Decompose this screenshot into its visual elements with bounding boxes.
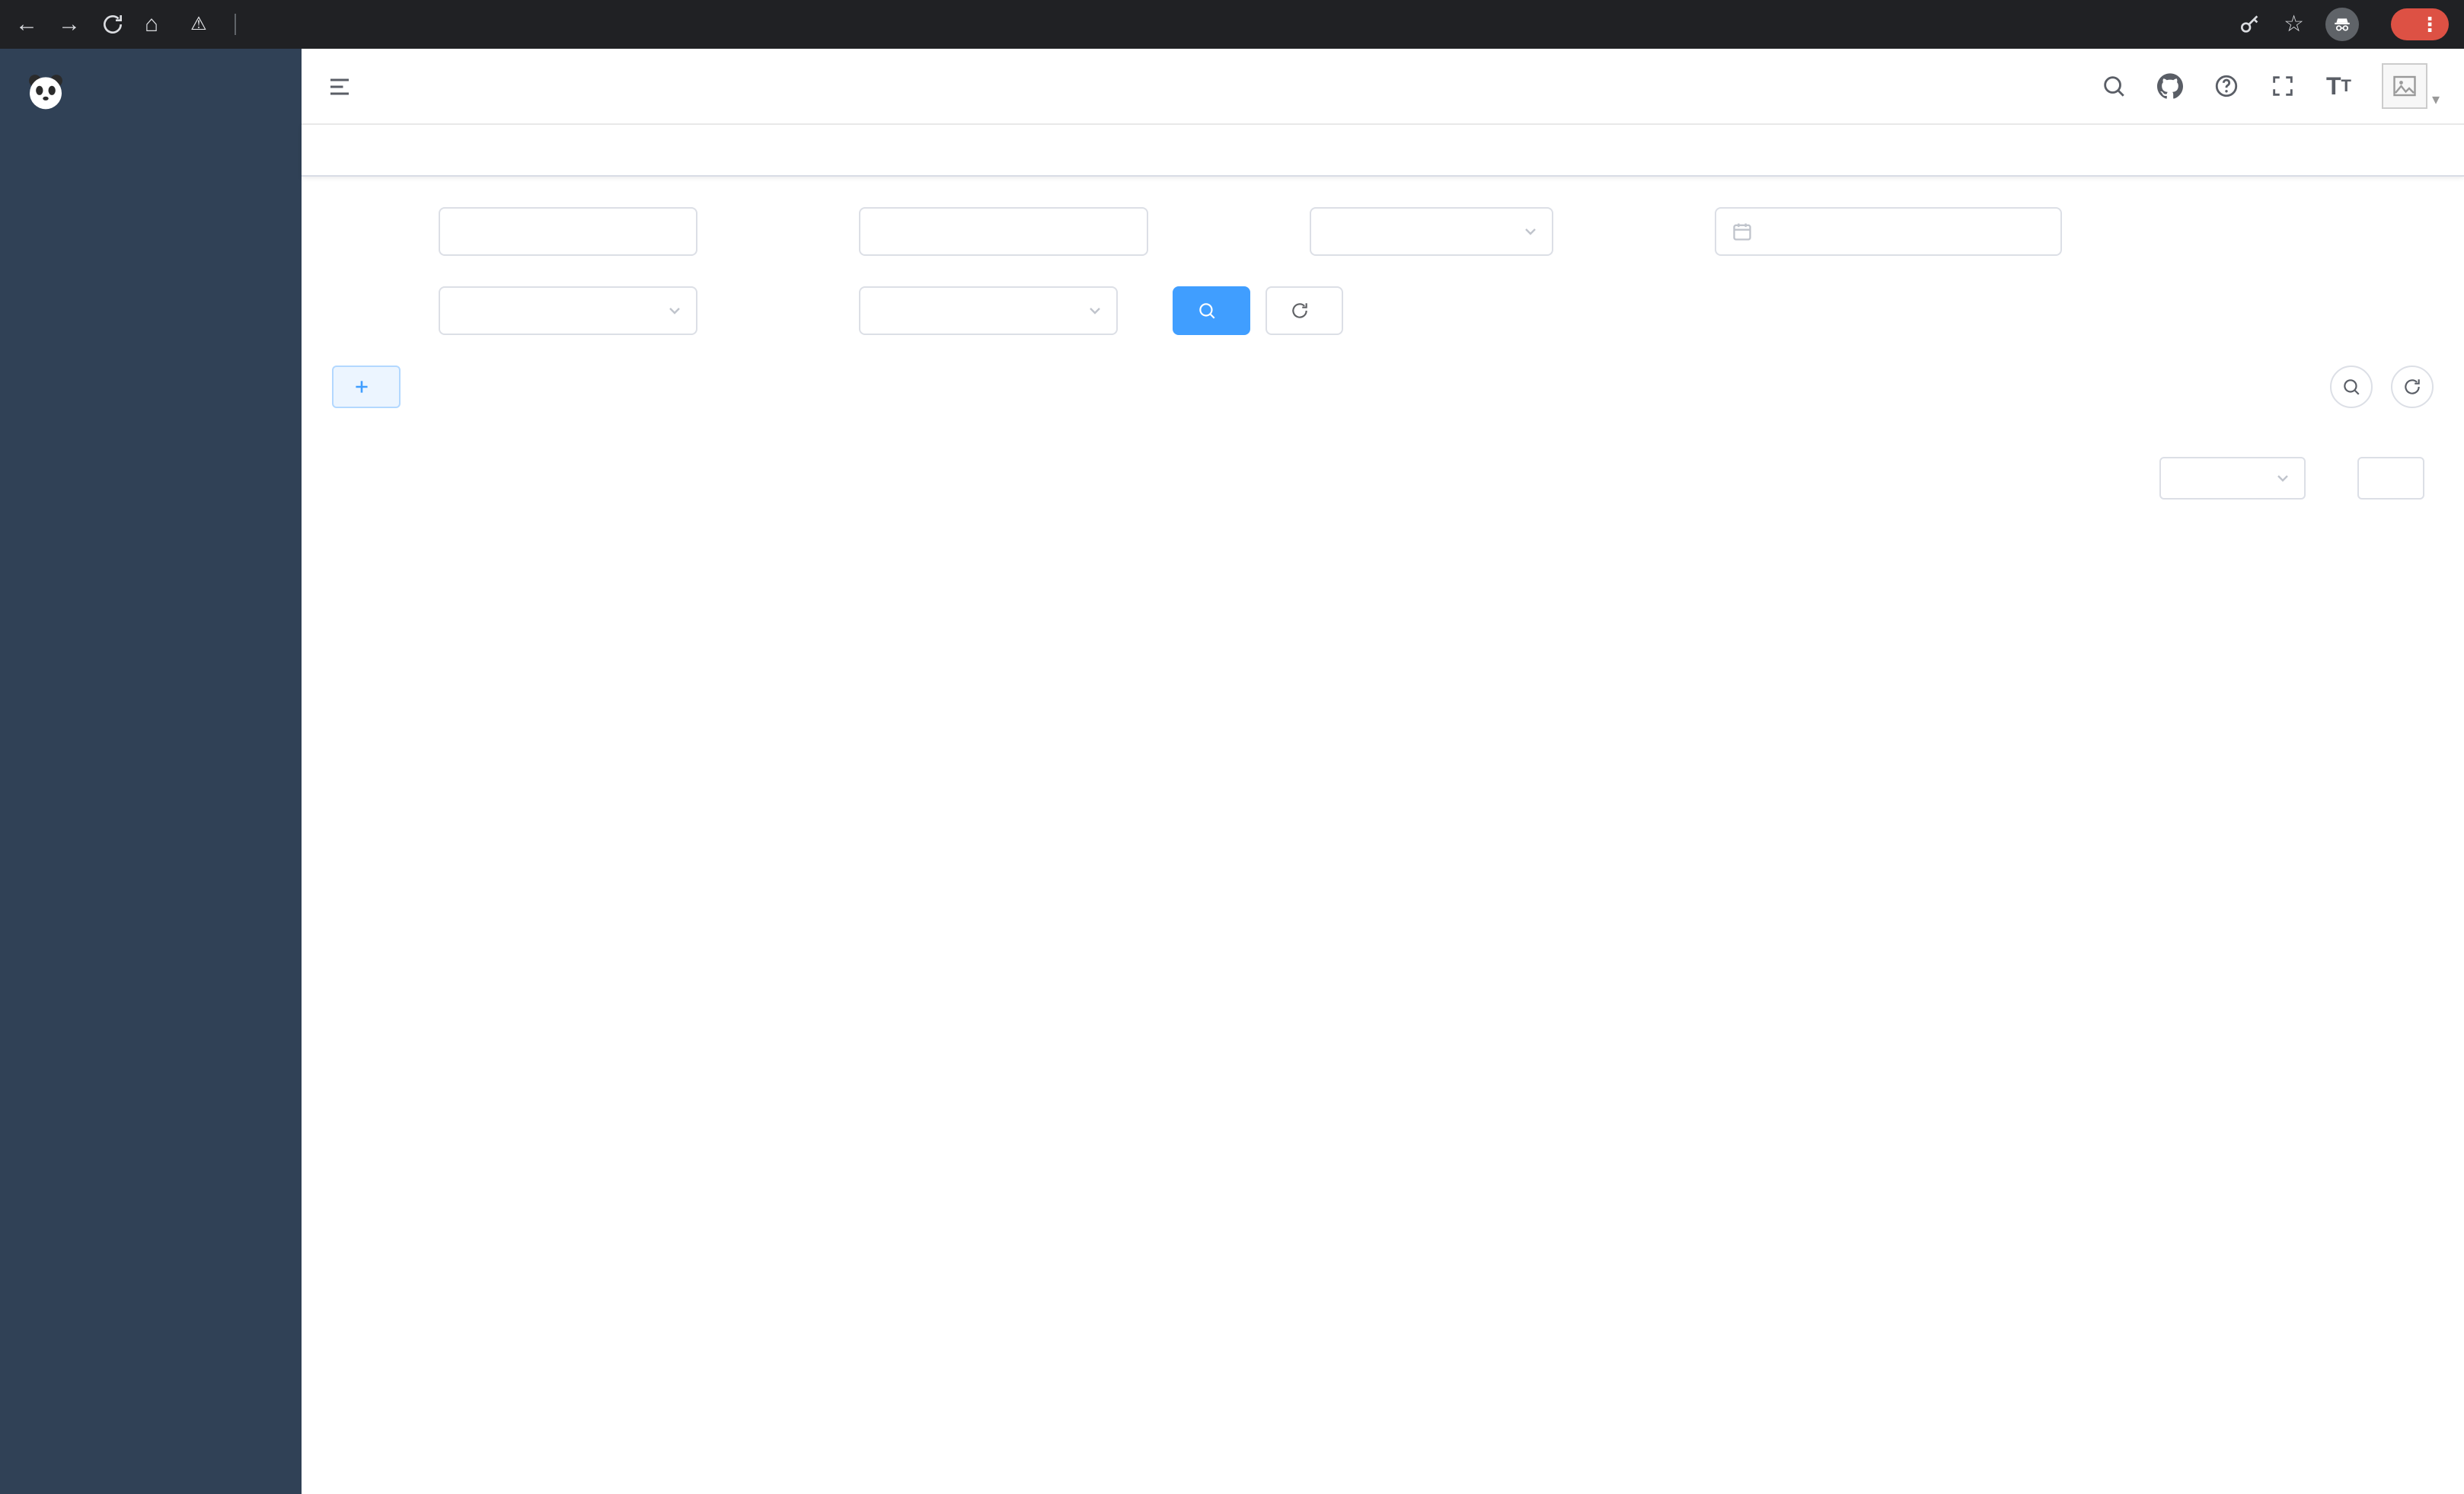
menu-dots-icon[interactable]: ⋮ xyxy=(2420,14,2440,34)
incognito-badge xyxy=(2325,8,2370,41)
status-select[interactable] xyxy=(439,286,697,335)
hamburger-button[interactable] xyxy=(326,72,353,101)
reset-button[interactable] xyxy=(1266,286,1343,335)
screenshot-root: ← → ⌂ ⚠ ☆ ⋮ xyxy=(0,0,2464,1494)
browser-left-controls: ← → ⌂ ⚠ xyxy=(15,12,2238,37)
result-select[interactable] xyxy=(859,286,1118,335)
filter-row-2 xyxy=(332,286,2434,335)
toolbar-right xyxy=(2312,366,2434,408)
chevron-down-icon xyxy=(1521,222,1540,241)
navbar-search-icon[interactable] xyxy=(2101,73,2127,99)
search-icon xyxy=(2341,377,2361,397)
browser-right-controls: ☆ ⋮ xyxy=(2238,8,2449,41)
forward-button[interactable]: → xyxy=(58,13,81,36)
url-divider xyxy=(235,14,236,35)
calendar-icon xyxy=(1732,221,1753,242)
sidebar xyxy=(0,49,302,1494)
chevron-down-icon xyxy=(1086,302,1104,320)
create-process-button[interactable] xyxy=(332,366,401,408)
table-search-button[interactable] xyxy=(2330,366,2373,408)
reload-button[interactable] xyxy=(101,12,125,37)
goto-page xyxy=(2348,457,2434,500)
plus-icon xyxy=(352,377,372,397)
github-icon[interactable] xyxy=(2157,73,2183,99)
back-button[interactable]: ← xyxy=(15,13,38,36)
pagination xyxy=(332,457,2434,536)
fullscreen-icon[interactable] xyxy=(2270,73,2296,99)
table-toolbar xyxy=(332,366,2434,408)
process-name-input[interactable] xyxy=(439,207,697,256)
user-avatar[interactable]: ▾ xyxy=(2382,63,2440,109)
security-chip[interactable]: ⚠ xyxy=(190,13,215,35)
navbar-actions: TT ▾ xyxy=(2101,63,2440,109)
app-logo[interactable] xyxy=(0,49,302,134)
update-button[interactable]: ⋮ xyxy=(2391,8,2449,40)
font-size-icon[interactable]: TT xyxy=(2326,74,2351,98)
browser-toolbar: ← → ⌂ ⚠ ☆ ⋮ xyxy=(0,0,2464,49)
app-window: TT ▾ xyxy=(0,49,2464,1494)
goto-page-input[interactable] xyxy=(2357,457,2424,500)
avatar-image-placeholder xyxy=(2382,63,2427,109)
search-button[interactable] xyxy=(1173,286,1250,335)
filter-form xyxy=(332,207,2434,335)
submit-time-range-picker[interactable] xyxy=(1715,207,2062,256)
star-icon[interactable]: ☆ xyxy=(2284,13,2304,36)
search-icon xyxy=(1197,301,1217,321)
navbar: TT ▾ xyxy=(302,49,2464,125)
help-icon[interactable] xyxy=(2213,73,2239,99)
process-definition-input[interactable] xyxy=(859,207,1148,256)
page-size-select[interactable] xyxy=(2159,457,2306,500)
tags-view xyxy=(302,125,2464,177)
filter-row-1 xyxy=(332,207,2434,256)
table-refresh-button[interactable] xyxy=(2391,366,2434,408)
refresh-icon xyxy=(1290,301,1310,321)
caret-down-icon: ▾ xyxy=(2432,90,2440,109)
chevron-down-icon xyxy=(2274,469,2292,487)
incognito-icon xyxy=(2325,8,2359,41)
key-icon[interactable] xyxy=(2238,12,2262,37)
page-content xyxy=(302,177,2464,1494)
refresh-icon xyxy=(2402,377,2422,397)
main-area: TT ▾ xyxy=(302,49,2464,1494)
chevron-down-icon xyxy=(665,302,684,320)
warning-icon: ⚠ xyxy=(190,13,207,35)
category-select[interactable] xyxy=(1310,207,1553,256)
home-button[interactable]: ⌂ xyxy=(145,13,158,36)
panda-logo-icon xyxy=(24,70,67,113)
